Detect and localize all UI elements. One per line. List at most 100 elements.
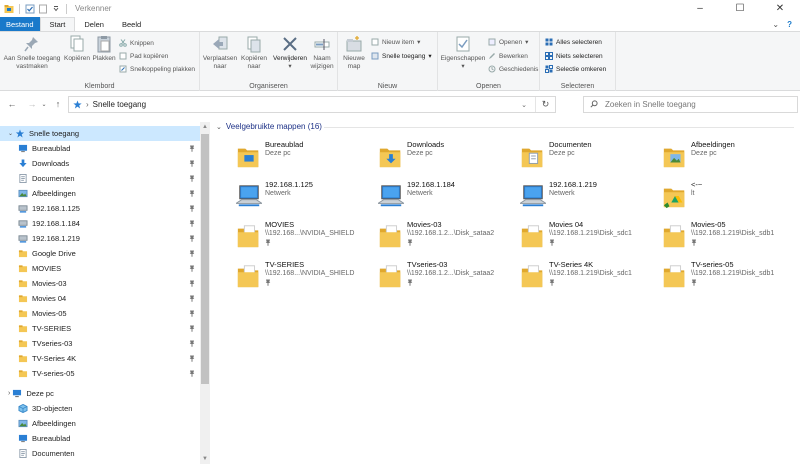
- open-button[interactable]: Openen ▾: [488, 38, 528, 46]
- history-button[interactable]: Geschiedenis: [488, 65, 538, 73]
- folder-tile[interactable]: Documenten Deze pc: [520, 140, 660, 178]
- properties-check-icon[interactable]: [25, 4, 35, 14]
- pin-icon[interactable]: [189, 265, 195, 272]
- tab-start[interactable]: Start: [39, 17, 76, 31]
- sidebar-item-this-pc[interactable]: › Deze pc: [0, 386, 200, 401]
- chevron-down-icon[interactable]: ⌄: [772, 20, 779, 29]
- invert-selection-button[interactable]: Selectie omkeren: [545, 65, 606, 73]
- customize-toolbar-icon[interactable]: [51, 4, 61, 14]
- new-folder-small-icon[interactable]: [38, 4, 48, 14]
- tab-view[interactable]: Beeld: [113, 17, 150, 31]
- folder-app-icon[interactable]: [4, 4, 14, 14]
- help-icon[interactable]: ?: [787, 20, 792, 29]
- sidebar-item-quick-access[interactable]: ⌄ Snelle toegang: [0, 126, 200, 141]
- sidebar-item[interactable]: Movies-05: [0, 306, 200, 321]
- sidebar-item[interactable]: 192.168.1.219: [0, 231, 200, 246]
- select-none-button[interactable]: Niets selecteren: [545, 52, 603, 60]
- properties-button[interactable]: Eigenschappen ▾: [440, 35, 486, 70]
- sidebar-item[interactable]: Movies-03: [0, 276, 200, 291]
- folder-tile[interactable]: Movies-05 \\192.168.1.219\Disk_sdb1: [662, 220, 800, 258]
- pin-icon[interactable]: [189, 205, 195, 212]
- sidebar-item[interactable]: Afbeeldingen: [0, 416, 200, 431]
- sidebar-item[interactable]: TV-Series 4K: [0, 351, 200, 366]
- sidebar-item[interactable]: MOVIES: [0, 261, 200, 276]
- delete-button[interactable]: Verwijderen ▾: [272, 35, 308, 70]
- tab-share[interactable]: Delen: [75, 17, 113, 31]
- pin-icon[interactable]: [189, 370, 195, 377]
- sidebar-item[interactable]: Afbeeldingen: [0, 186, 200, 201]
- folder-tile[interactable]: <-~ lt: [662, 180, 800, 218]
- folder-tile[interactable]: TV-SERIES \\192.168...\NVIDIA_SHIELD: [236, 260, 376, 298]
- minimize-button[interactable]: –: [680, 0, 720, 17]
- up-button[interactable]: ↑: [51, 97, 65, 111]
- pin-icon[interactable]: [189, 355, 195, 362]
- paste-shortcut-button[interactable]: Snelkoppeling plakken: [119, 65, 195, 73]
- pin-icon[interactable]: [189, 295, 195, 302]
- address-history-dropdown[interactable]: ⌄: [517, 97, 531, 112]
- cut-button[interactable]: Knippen: [119, 39, 154, 47]
- sidebar-item[interactable]: Documenten: [0, 446, 200, 461]
- folder-tile[interactable]: Afbeeldingen Deze pc: [662, 140, 800, 178]
- paste-button[interactable]: Plakken: [91, 35, 117, 63]
- folder-tile[interactable]: TVseries-03 \\192.168.1.2...\Disk_sataa2: [378, 260, 518, 298]
- recent-locations-button[interactable]: ⌄: [39, 97, 49, 111]
- new-folder-button[interactable]: Nieuwe map: [340, 35, 368, 70]
- pin-icon[interactable]: [189, 160, 195, 167]
- move-to-button[interactable]: Verplaatsen naar: [203, 35, 237, 70]
- edit-button[interactable]: Bewerken: [488, 52, 528, 60]
- refresh-button[interactable]: ↻: [535, 97, 555, 112]
- maximize-button[interactable]: ☐: [720, 0, 760, 17]
- address-bar[interactable]: › Snelle toegang ⌄ ↻: [68, 96, 556, 113]
- folder-tile[interactable]: Bureaublad Deze pc: [236, 140, 376, 178]
- pin-icon[interactable]: [189, 250, 195, 257]
- tab-file[interactable]: Bestand: [0, 17, 40, 31]
- pin-icon[interactable]: [189, 145, 195, 152]
- folder-tile[interactable]: TV-series-05 \\192.168.1.219\Disk_sdb1: [662, 260, 800, 298]
- sidebar-item[interactable]: Downloads: [0, 156, 200, 171]
- folder-tile[interactable]: TV-Series 4K \\192.168.1.219\Disk_sdc1: [520, 260, 660, 298]
- sidebar-item[interactable]: TV-SERIES: [0, 321, 200, 336]
- copy-button[interactable]: Kopiëren: [62, 35, 92, 63]
- select-all-button[interactable]: Alles selecteren: [545, 38, 602, 46]
- scroll-up-icon[interactable]: ▲: [202, 124, 208, 130]
- sidebar-item[interactable]: Google Drive: [0, 246, 200, 261]
- scroll-down-icon[interactable]: ▼: [202, 456, 208, 462]
- pin-icon[interactable]: [189, 190, 195, 197]
- folder-tile[interactable]: 192.168.1.184 Netwerk: [378, 180, 518, 218]
- new-item-button[interactable]: Nieuw item ▾: [371, 38, 420, 46]
- scrollbar-thumb[interactable]: [201, 134, 209, 384]
- sidebar-item[interactable]: Bureaublad: [0, 141, 200, 156]
- sidebar-item[interactable]: Documenten: [0, 171, 200, 186]
- pin-quick-access-button[interactable]: Aan Snelle toegang vastmaken: [3, 35, 61, 70]
- easy-access-button[interactable]: Snelle toegang ▾: [371, 52, 432, 60]
- pin-icon[interactable]: [189, 280, 195, 287]
- pin-icon[interactable]: [189, 220, 195, 227]
- frequent-folders-header[interactable]: ⌄ Veelgebruikte mappen (16): [216, 122, 322, 131]
- pin-icon[interactable]: [189, 325, 195, 332]
- pin-icon[interactable]: [189, 235, 195, 242]
- back-button[interactable]: ←: [5, 97, 19, 111]
- pin-icon[interactable]: [189, 175, 195, 182]
- sidebar-item[interactable]: Bureaublad: [0, 431, 200, 446]
- sidebar-item[interactable]: TV-series-05: [0, 366, 200, 381]
- sidebar-item[interactable]: TVseries-03: [0, 336, 200, 351]
- nav-scrollbar[interactable]: ▲ ▼: [200, 122, 210, 464]
- forward-button[interactable]: →: [25, 97, 39, 111]
- search-input[interactable]: Zoeken in Snelle toegang: [583, 96, 798, 113]
- sidebar-item[interactable]: 192.168.1.184: [0, 216, 200, 231]
- folder-tile[interactable]: 192.168.1.219 Netwerk: [520, 180, 660, 218]
- close-button[interactable]: ✕: [760, 0, 800, 17]
- breadcrumb-current[interactable]: Snelle toegang: [93, 100, 146, 109]
- sidebar-item[interactable]: 3D-objecten: [0, 401, 200, 416]
- folder-tile[interactable]: MOVIES \\192.168...\NVIDIA_SHIELD: [236, 220, 376, 258]
- sidebar-item[interactable]: 192.168.1.125: [0, 201, 200, 216]
- rename-button[interactable]: Naam wijzigen: [308, 35, 336, 70]
- sidebar-item[interactable]: Movies 04: [0, 291, 200, 306]
- folder-tile[interactable]: Downloads Deze pc: [378, 140, 518, 178]
- folder-tile[interactable]: Movies 04 \\192.168.1.219\Disk_sdc1: [520, 220, 660, 258]
- pin-icon[interactable]: [189, 340, 195, 347]
- copy-to-button[interactable]: Kopiëren naar: [238, 35, 270, 70]
- copy-path-button[interactable]: Pad kopiëren: [119, 52, 168, 60]
- pin-icon[interactable]: [189, 310, 195, 317]
- folder-tile[interactable]: Movies-03 \\192.168.1.2...\Disk_sataa2: [378, 220, 518, 258]
